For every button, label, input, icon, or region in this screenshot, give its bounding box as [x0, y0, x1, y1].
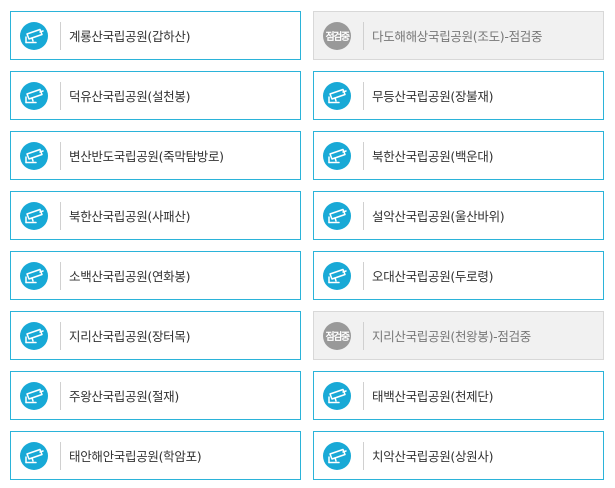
- divider: [363, 81, 364, 110]
- divider: [60, 201, 61, 230]
- divider: [363, 201, 364, 230]
- cctv-list-grid: 계룡산국립공원(갑하산) 점검중 다도해해상국립공원(조도)-점검중 덕유산국립…: [0, 0, 615, 488]
- divider: [60, 81, 61, 110]
- cctv-item-juwangsan[interactable]: 주왕산국립공원(절재): [10, 371, 301, 420]
- cctv-item-taeanhaean[interactable]: 태안해안국립공원(학암포): [10, 431, 301, 480]
- cctv-camera-icon: [20, 441, 48, 470]
- cctv-camera-icon: [323, 261, 351, 290]
- divider: [60, 381, 61, 410]
- cctv-item-label: 덕유산국립공원(설천봉): [69, 89, 191, 104]
- cctv-item-label: 무등산국립공원(장불재): [372, 89, 494, 104]
- cctv-item-taebaeksan[interactable]: 태백산국립공원(천제단): [313, 371, 604, 420]
- cctv-item-label: 계룡산국립공원(갑하산): [69, 29, 191, 44]
- cctv-camera-icon: [20, 381, 48, 410]
- divider: [363, 381, 364, 410]
- cctv-camera-icon: [20, 141, 48, 170]
- divider: [60, 141, 61, 170]
- divider: [363, 441, 364, 470]
- cctv-item-label: 지리산국립공원(천왕봉)-점검중: [372, 329, 531, 344]
- cctv-item-bukhansan-sapaesan[interactable]: 북한산국립공원(사패산): [10, 191, 301, 240]
- cctv-camera-icon: [20, 321, 48, 350]
- divider: [363, 141, 364, 170]
- cctv-item-label: 태백산국립공원(천제단): [372, 389, 494, 404]
- maintenance-badge: 점검중: [323, 21, 351, 50]
- divider: [60, 321, 61, 350]
- cctv-camera-icon: [20, 81, 48, 110]
- divider: [60, 261, 61, 290]
- cctv-item-byeonsanbando[interactable]: 변산반도국립공원(죽막탐방로): [10, 131, 301, 180]
- cctv-item-chiaksan[interactable]: 치악산국립공원(상원사): [313, 431, 604, 480]
- cctv-camera-icon: [20, 261, 48, 290]
- cctv-item-label: 다도해해상국립공원(조도)-점검중: [372, 29, 543, 44]
- cctv-item-label: 주왕산국립공원(절재): [69, 389, 179, 404]
- divider: [60, 21, 61, 50]
- divider: [60, 441, 61, 470]
- divider: [363, 261, 364, 290]
- cctv-item-seoraksan[interactable]: 설악산국립공원(울산바위): [313, 191, 604, 240]
- cctv-item-odaesan[interactable]: 오대산국립공원(두로령): [313, 251, 604, 300]
- cctv-item-jirisan-cheonwangbong: 점검중 지리산국립공원(천왕봉)-점검중: [313, 311, 604, 360]
- cctv-item-label: 오대산국립공원(두로령): [372, 269, 494, 284]
- cctv-item-deogyusan[interactable]: 덕유산국립공원(설천봉): [10, 71, 301, 120]
- cctv-camera-icon: [323, 441, 351, 470]
- cctv-item-label: 치악산국립공원(상원사): [372, 449, 494, 464]
- divider: [363, 321, 364, 350]
- cctv-item-sobaeksan[interactable]: 소백산국립공원(연화봉): [10, 251, 301, 300]
- divider: [363, 21, 364, 50]
- cctv-item-label: 북한산국립공원(사패산): [69, 209, 191, 224]
- cctv-camera-icon: [323, 381, 351, 410]
- cctv-camera-icon: [323, 201, 351, 230]
- cctv-item-label: 북한산국립공원(백운대): [372, 149, 494, 164]
- cctv-camera-icon: [323, 81, 351, 110]
- cctv-item-jirisan-jangteomok[interactable]: 지리산국립공원(장터목): [10, 311, 301, 360]
- cctv-item-label: 지리산국립공원(장터목): [69, 329, 191, 344]
- cctv-item-label: 태안해안국립공원(학암포): [69, 449, 202, 464]
- cctv-item-gyeryongsan[interactable]: 계룡산국립공원(갑하산): [10, 11, 301, 60]
- maintenance-badge: 점검중: [323, 321, 351, 350]
- cctv-item-mudeungsan[interactable]: 무등산국립공원(장불재): [313, 71, 604, 120]
- cctv-item-bukhansan-baegundae[interactable]: 북한산국립공원(백운대): [313, 131, 604, 180]
- cctv-item-label: 설악산국립공원(울산바위): [372, 209, 505, 224]
- cctv-item-label: 변산반도국립공원(죽막탐방로): [69, 149, 224, 164]
- cctv-camera-icon: [323, 141, 351, 170]
- cctv-item-label: 소백산국립공원(연화봉): [69, 269, 191, 284]
- cctv-item-dadohae-jodo: 점검중 다도해해상국립공원(조도)-점검중: [313, 11, 604, 60]
- cctv-camera-icon: [20, 21, 48, 50]
- cctv-camera-icon: [20, 201, 48, 230]
